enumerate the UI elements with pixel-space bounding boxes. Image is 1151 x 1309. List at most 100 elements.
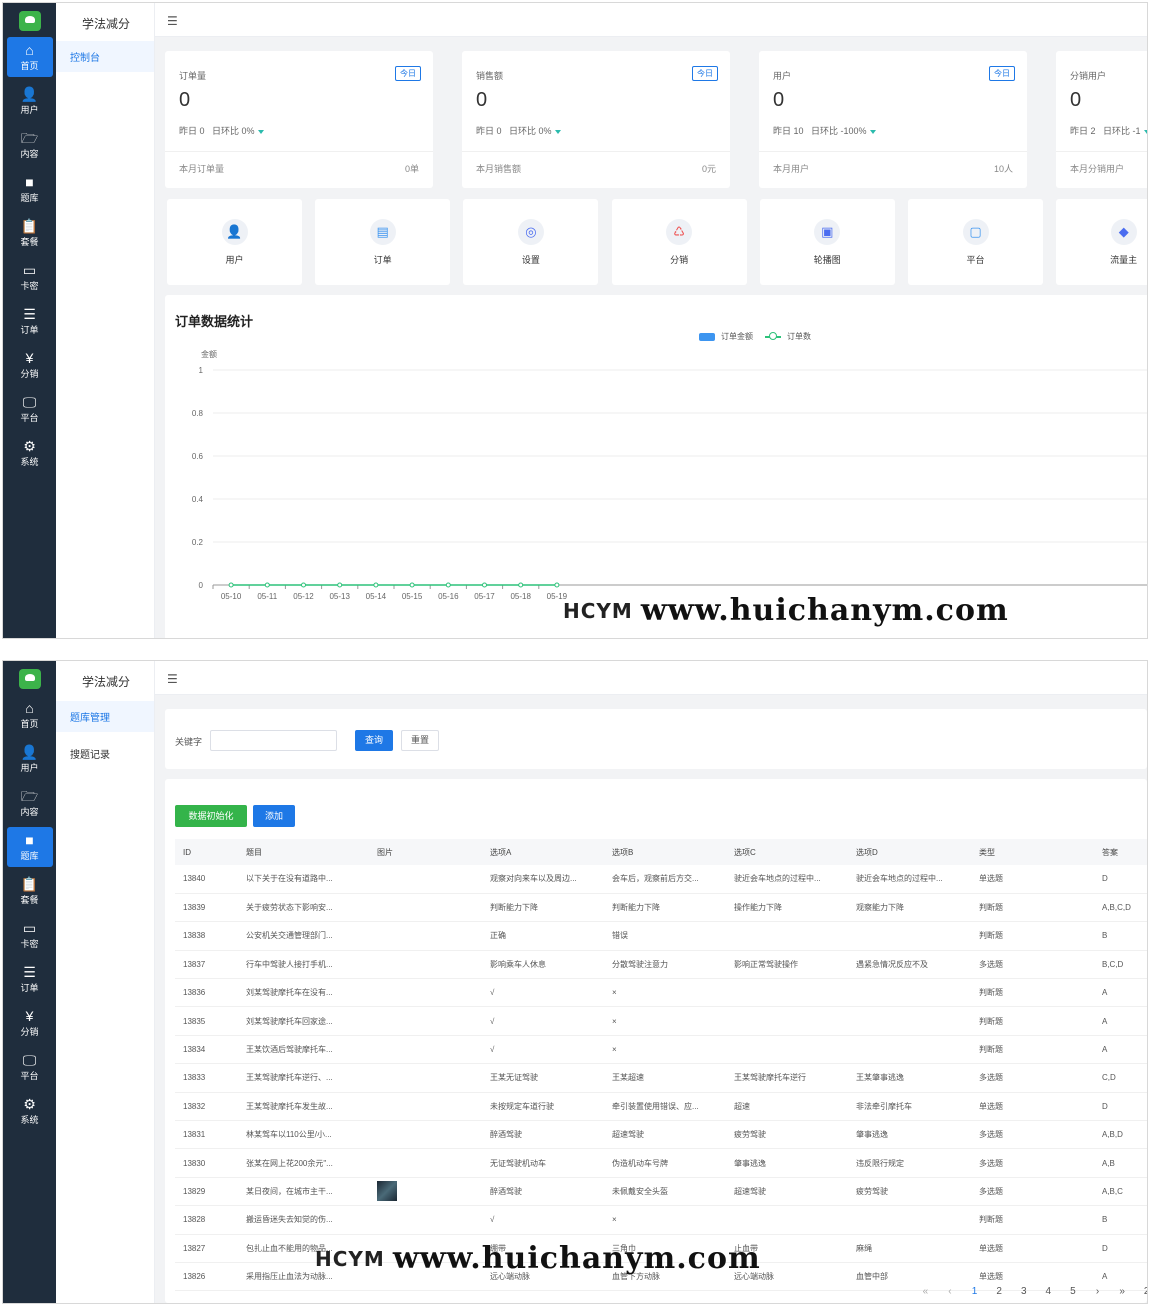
table-row[interactable]: 13838 公安机关交通管理部门... 正确 错误 判断题 B [175, 921, 1147, 951]
nav-item-dist[interactable]: ¥ 分销 [7, 1003, 53, 1043]
line-point[interactable] [409, 582, 415, 588]
keyword-input[interactable] [210, 730, 337, 751]
table-cell: 13839 [175, 893, 238, 923]
nav-label: 系统 [20, 1115, 39, 1125]
table-row[interactable]: 13829 某日夜间，在城市主干... 醉酒驾驶 未佩戴安全头盔 超速驾驶 疲劳驾驶 多选题… [175, 1177, 1147, 1207]
nav-item-content[interactable]: 🗁 内容 [7, 125, 53, 165]
nav-item-platform[interactable]: 🖵 平台 [7, 389, 53, 429]
stat-card: 用户 今日 0 昨日 10 日环比 -100% 本月用户 10人 [759, 51, 1027, 188]
page-item[interactable]: 5 [1061, 1286, 1086, 1297]
quick-card-2[interactable]: ▤ 订单 [315, 199, 451, 285]
submenu-item-search-log[interactable]: 搜题记录 [56, 738, 154, 769]
x-tick-label: 05-17 [474, 592, 495, 601]
compare-text: 昨日 2 日环比 -1 [1070, 126, 1141, 136]
nav-item-order[interactable]: ☰ 订单 [7, 959, 53, 999]
month-value: 10人 [993, 164, 1013, 174]
quick-card-5[interactable]: ▣ 轮播图 [759, 199, 895, 285]
table-row[interactable]: 13834 王某饮酒后驾驶摩托车... √ × 判断题 A [175, 1035, 1147, 1065]
quick-card-3[interactable]: ◎ 设置 [463, 199, 599, 285]
quick-card-6[interactable]: ▢ 平台 [908, 199, 1043, 285]
nav-item-order[interactable]: ☰ 订单 [7, 301, 53, 341]
table-cell: 超速驾驶 [604, 1120, 726, 1150]
table-cell: A,B,C,D [1094, 893, 1147, 923]
table-cell: 正确 [482, 921, 604, 951]
quick-card-7[interactable]: ◆ 流量主 [1056, 199, 1147, 285]
add-button[interactable]: 添加 [253, 805, 295, 827]
nav-item-card[interactable]: ▭ 卡密 [7, 257, 53, 297]
page-item[interactable]: 3 [1011, 1286, 1036, 1297]
nav-item-user[interactable]: 👤 用户 [7, 81, 53, 121]
nav-item-home[interactable]: ⌂ 首页 [6, 37, 53, 77]
question-image[interactable] [377, 1181, 397, 1202]
table-cell: 未按规定车道行驶 [482, 1092, 604, 1122]
page-item[interactable]: 4 [1036, 1286, 1061, 1297]
page-item[interactable]: 2 [1134, 1286, 1147, 1297]
nav-label: 内容 [20, 807, 39, 817]
page-item[interactable]: 1 [962, 1286, 987, 1297]
nav-item-user[interactable]: 👤 用户 [7, 739, 53, 779]
page-item[interactable]: « [913, 1286, 938, 1297]
nav-item-bank[interactable]: ■ 题库 [6, 827, 53, 867]
table-row[interactable]: 13837 行车中驾驶人接打手机... 影响乘车人休息 分散驾驶注意力 影响正常驾驶操作… [175, 950, 1147, 980]
line-point[interactable] [301, 582, 306, 588]
line-point[interactable] [482, 582, 487, 588]
page-item[interactable]: » [1110, 1286, 1135, 1297]
nav-label: 用户 [20, 105, 39, 115]
submenu-item-bank-manage[interactable]: 题库管理 [56, 701, 154, 732]
nav-item-dist[interactable]: ¥ 分销 [7, 345, 53, 385]
table-cell: 伪造机动车号牌 [604, 1148, 726, 1178]
nav-item-card[interactable]: ▭ 卡密 [7, 915, 53, 955]
page-item[interactable]: 2 [987, 1286, 1012, 1297]
table-cell [369, 978, 482, 1008]
nav-item-content[interactable]: 🗁 内容 [7, 783, 53, 823]
menu-toggle-icon[interactable]: ☰ [167, 14, 178, 28]
line-point[interactable] [445, 582, 451, 588]
line-point[interactable] [228, 582, 234, 588]
quick-card-1[interactable]: 👤 用户 [167, 199, 302, 285]
reset-button[interactable]: 重置 [401, 730, 439, 751]
column-header: ID [175, 839, 238, 865]
divider [759, 151, 1027, 152]
nav-label: 订单 [20, 325, 39, 335]
table-row[interactable]: 13835 刘某驾驶摩托车回家途... √ × 判断题 A [175, 1006, 1147, 1036]
table-row[interactable]: 13833 王某驾驶摩托车逆行、... 王某无证驾驶 王某超速 王某驾驶摩托车逆行 王某肇… [175, 1063, 1147, 1093]
nav-item-package[interactable]: 📋 套餐 [7, 213, 53, 253]
table-row[interactable]: 13840 以下关于在没有道路中... 观察对向来车以及周边... 会车后，观察前后方… [175, 865, 1147, 894]
month-label: 本月分销用户 [1070, 164, 1125, 174]
page-item[interactable]: › [1085, 1286, 1110, 1297]
month-label: 本月销售额 [476, 164, 522, 174]
table-row[interactable]: 13830 张某在网上花200余元"... 无证驾驶机动车 伪造机动车号牌 肇事逃逸 违反… [175, 1148, 1147, 1178]
line-point[interactable] [337, 582, 343, 588]
table-row[interactable]: 13832 王某驾驶摩托车发生故... 未按规定车道行驶 牵引装置使用错误、应... 超… [175, 1092, 1147, 1122]
table-cell [369, 950, 482, 980]
table-row[interactable]: 13839 关于疲劳状态下影响安... 判断能力下降 判断能力下降 操作能力下降 观察能力… [175, 893, 1147, 923]
table-cell: 操作能力下降 [726, 893, 848, 923]
init-data-button[interactable]: 数据初始化 [175, 805, 247, 827]
y-tick-label: 0.4 [192, 495, 204, 504]
search-button[interactable]: 查询 [355, 730, 393, 751]
nav-item-bank[interactable]: ■ 题库 [7, 169, 53, 209]
nav-item-package[interactable]: 📋 套餐 [7, 871, 53, 911]
platform-icon: ▢ [962, 219, 989, 245]
table-row[interactable]: 13831 林某驾车以110公里/小... 醉酒驾驶 超速驾驶 疲劳驾驶 肇事逃逸 多选题 A… [175, 1120, 1147, 1150]
line-point[interactable] [264, 582, 270, 588]
nav-item-platform[interactable]: 🖵 平台 [7, 1047, 53, 1087]
nav-label: 卡密 [20, 281, 39, 291]
compare-text: 昨日 0 日环比 0% [476, 126, 552, 136]
line-point[interactable] [518, 582, 524, 588]
line-point[interactable] [373, 582, 379, 588]
table-cell [369, 865, 482, 894]
nav-item-system[interactable]: ⚙ 系统 [7, 433, 53, 473]
table-row[interactable]: 13828 搬运昏迷失去知觉的伤... √ × 判断题 B [175, 1205, 1147, 1235]
sub-sidebar: 学法减分 控制台 [56, 3, 155, 638]
line-point[interactable] [554, 582, 560, 588]
quick-card-4[interactable]: ♺ 分销 [611, 199, 747, 285]
table-row[interactable]: 13836 刘某驾驶摩托车在没有... √ × 判断题 A [175, 978, 1147, 1008]
table-cell: A [1094, 1035, 1147, 1065]
table-cell: 影响乘车人休息 [482, 950, 604, 980]
nav-item-home[interactable]: ⌂ 首页 [7, 695, 53, 735]
nav-item-system[interactable]: ⚙ 系统 [7, 1091, 53, 1131]
page-item[interactable]: ‹ [938, 1286, 963, 1297]
submenu-item-console[interactable]: 控制台 [56, 41, 154, 72]
menu-toggle-icon[interactable]: ☰ [167, 672, 178, 686]
